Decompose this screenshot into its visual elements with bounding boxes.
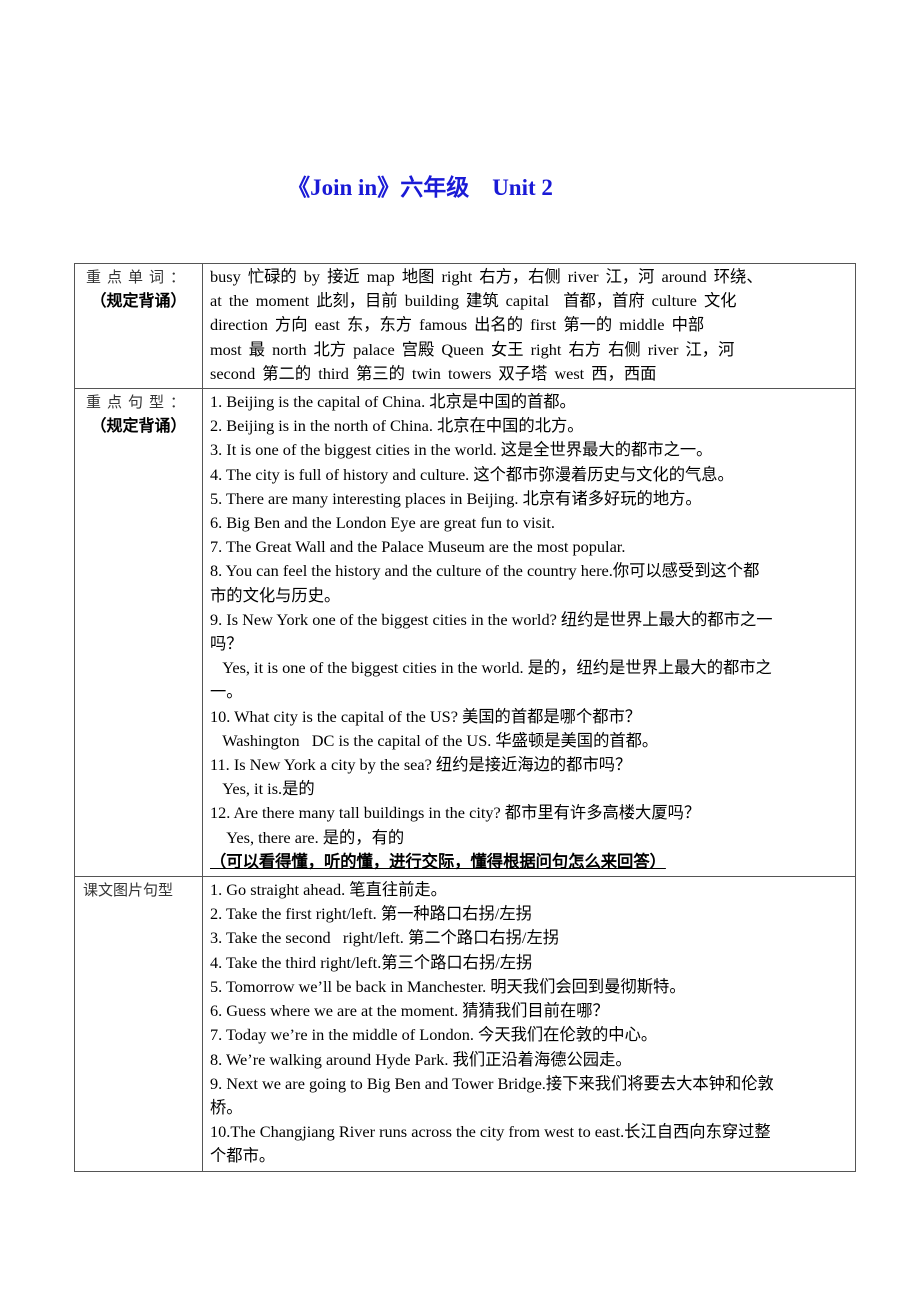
section-content-key-words: busy 忙碌的 by 接近 map 地图 right 右方，右侧 river … [202,262,856,390]
label-title: 课文图片句型 [83,883,174,900]
text-line: 8. You can feel the history and the cult… [210,561,760,581]
text-line: 9. Next we are going to Big Ben and Towe… [210,1073,774,1093]
section-content-key-sentences: 1. Beijing is the capital of China. 北京是中… [202,388,856,878]
text-line: 12. Are there many tall buildings in the… [210,803,701,823]
text-line: 1. Go straight ahead. 笔直往前走。 [210,880,447,900]
text-line: 3. It is one of the biggest cities in th… [210,440,713,460]
text-line: 4. The city is full of history and cultu… [210,464,734,484]
text-line: 10.The Changjiang River runs across the … [210,1122,771,1142]
section-label-picture-sentences: 课文图片句型 [74,876,203,1172]
text-line: 6. Guess where we are at the moment. 猜猜我… [210,1001,609,1021]
table-row-key-words: 重点单词： （规定背诵） busy 忙碌的 by 接近 map 地图 right… [74,262,856,390]
text-line: 2. Take the first right/left. 第一种路口右拐/左拐 [210,904,532,924]
text-line: 一。 [210,682,243,702]
text-line: 5. Tomorrow we’ll be back in Manchester.… [210,976,686,996]
text-line: second 第二的 third 第三的 twin towers 双子塔 wes… [210,363,657,383]
text-line: Washington DC is the capital of the US. … [210,730,659,750]
text-line: Yes, it is one of the biggest cities in … [210,658,772,678]
label-title: 重点单词： [85,270,191,286]
text-line: 2. Beijing is in the north of China. 北京在… [210,416,584,436]
text-line: 7. The Great Wall and the Palace Museum … [210,537,626,557]
text-line: 1. Beijing is the capital of China. 北京是中… [210,392,576,412]
section-content-picture-sentences: 1. Go straight ahead. 笔直往前走。 2. Take the… [202,876,856,1172]
study-table: 重点单词： （规定背诵） busy 忙碌的 by 接近 map 地图 right… [74,262,856,1172]
text-line: 9. Is New York one of the biggest cities… [210,609,773,629]
text-line: 5. There are many interesting places in … [210,488,702,508]
text-line: most 最 north 北方 palace 宫殿 Queen 女王 right… [210,339,735,359]
section-label-key-sentences: 重点句型： （规定背诵） [74,388,203,878]
table-row-picture-sentences: 课文图片句型 1. Go straight ahead. 笔直往前走。 2. T… [74,876,856,1172]
text-line: busy 忙碌的 by 接近 map 地图 right 右方，右侧 river … [210,267,763,286]
text-line: 7. Today we’re in the middle of London. … [210,1025,658,1045]
text-line: 3. Take the second right/left. 第二个路口右拐/左… [210,928,560,948]
section-label-key-words: 重点单词： （规定背诵） [74,262,203,390]
table-row-key-sentences: 重点句型： （规定背诵） 1. Beijing is the capital o… [74,388,856,878]
text-line: direction 方向 east 东，东方 famous 出名的 first … [210,315,705,335]
text-line: at the moment 此刻，目前 building 建筑 capital … [210,291,737,311]
document-title: 《Join in》六年级 Unit 2 [287,175,553,200]
usage-note: （可以看得懂，听的懂，进行交际，懂得根据问句怎么来回答） [210,851,666,871]
label-subtitle: （规定背诵） [90,293,187,310]
text-line: 8. We’re walking around Hyde Park. 我们正沿着… [210,1049,632,1069]
text-line: Yes, it is.是的 [210,779,315,799]
text-line: 个都市。 [210,1146,276,1166]
text-line: 6. Big Ben and the London Eye are great … [210,513,555,533]
label-title: 重点句型： [85,395,191,412]
label-subtitle: （规定背诵） [90,418,187,436]
text-line: 吗？ [210,634,243,654]
text-line: 4. Take the third right/left.第三个路口右拐/左拐 [210,952,533,972]
text-line: 10. What city is the capital of the US? … [210,706,642,726]
text-line: 桥。 [210,1097,243,1117]
text-line: 11. Is New York a city by the sea? 纽约是接近… [210,755,632,775]
text-line: 市的文化与历史。 [210,585,341,605]
text-line: Yes, there are. 是的，有的 [210,827,405,847]
